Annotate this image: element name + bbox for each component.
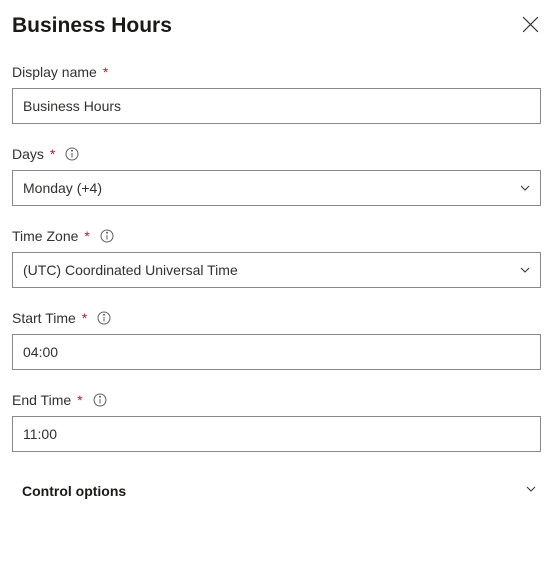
required-indicator: * — [84, 228, 89, 244]
control-options-toggle[interactable]: Control options — [12, 474, 541, 504]
start-time-input[interactable] — [12, 334, 541, 370]
timezone-label: Time Zone — [12, 228, 78, 244]
required-indicator: * — [103, 64, 108, 80]
info-icon[interactable] — [97, 311, 111, 325]
chevron-down-icon — [525, 482, 537, 500]
required-indicator: * — [50, 146, 55, 162]
start-time-label: Start Time — [12, 310, 76, 326]
end-time-input[interactable] — [12, 416, 541, 452]
days-select[interactable]: Monday (+4) — [12, 170, 541, 206]
days-label: Days — [12, 146, 44, 162]
panel-title: Business Hours — [12, 14, 172, 38]
required-indicator: * — [82, 310, 87, 326]
display-name-input[interactable] — [12, 88, 541, 124]
display-name-label: Display name — [12, 64, 97, 80]
info-icon[interactable] — [100, 229, 114, 243]
info-icon[interactable] — [65, 147, 79, 161]
end-time-label: End Time — [12, 392, 71, 408]
info-icon[interactable] — [93, 393, 107, 407]
required-indicator: * — [77, 392, 82, 408]
days-value: Monday (+4) — [23, 180, 102, 196]
close-button[interactable] — [520, 14, 541, 40]
timezone-select[interactable]: (UTC) Coordinated Universal Time — [12, 252, 541, 288]
control-options-label: Control options — [22, 483, 126, 499]
timezone-value: (UTC) Coordinated Universal Time — [23, 262, 238, 278]
close-icon — [522, 16, 539, 38]
